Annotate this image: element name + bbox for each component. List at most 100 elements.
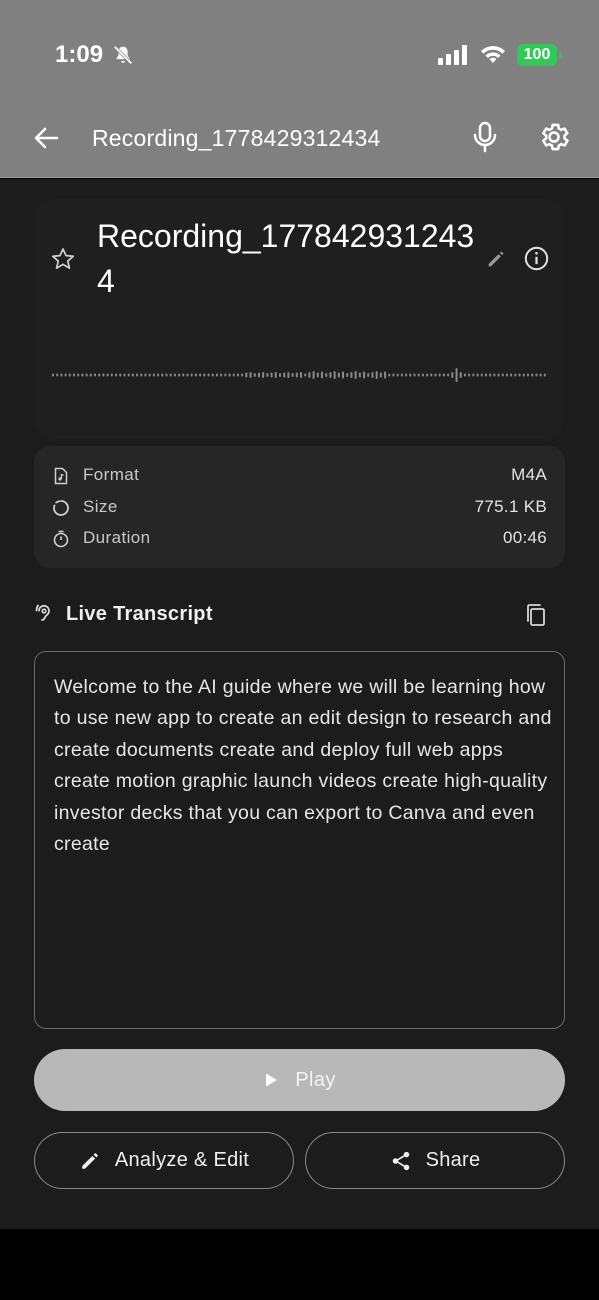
waveform-bar [253, 373, 256, 377]
waveform-bar [73, 373, 76, 377]
waveform-bar [442, 373, 445, 377]
recording-title: Recording_1778429312434 [97, 218, 475, 299]
signal-icon [438, 45, 467, 65]
waveform-bar [245, 372, 248, 378]
hearing-icon [35, 604, 50, 621]
waveform-bar [56, 373, 59, 377]
waveform-bar [510, 373, 513, 377]
copy-icon[interactable] [525, 603, 547, 627]
play-icon [266, 1073, 278, 1087]
audio-file-icon [54, 467, 68, 485]
waveform-bar [543, 373, 546, 377]
waveform-bar [375, 371, 378, 379]
waveform-bar [266, 373, 269, 377]
waveform-bar [81, 373, 84, 377]
waveform-bar [434, 373, 437, 377]
waveform-bar [430, 373, 433, 377]
waveform-bar [161, 373, 164, 377]
waveform-bar [489, 373, 492, 377]
waveform-bar [329, 372, 332, 378]
waveform-bar [98, 373, 101, 377]
waveform[interactable] [52, 364, 548, 386]
waveform-bar [102, 373, 105, 377]
waveform-bar [274, 372, 277, 378]
waveform-bar [493, 373, 496, 377]
waveform-bar [148, 373, 151, 377]
waveform-bar [426, 373, 429, 377]
duration-label: Duration [83, 528, 151, 547]
waveform-bar [367, 373, 370, 377]
waveform-bar [89, 373, 92, 377]
share-label: Share [425, 1149, 481, 1171]
waveform-bar [257, 372, 260, 378]
format-value: M4A [511, 465, 547, 484]
waveform-bar [199, 373, 202, 377]
waveform-bar [236, 373, 239, 377]
star-icon[interactable] [50, 246, 76, 272]
waveform-bar [173, 373, 176, 377]
transcript-box[interactable]: Welcome to the AI guide where we will be… [34, 651, 565, 1029]
waveform-bar [94, 373, 97, 377]
microphone-icon[interactable] [470, 120, 500, 154]
waveform-bar [169, 373, 172, 377]
waveform-bar [480, 373, 483, 377]
waveform-bar [371, 372, 374, 378]
waveform-bar [119, 373, 122, 377]
waveform-bar [459, 372, 462, 378]
waveform-bar [392, 373, 395, 377]
waveform-bar [106, 373, 109, 377]
info-icon[interactable] [523, 245, 550, 272]
waveform-bar [215, 373, 218, 377]
waveform-bar [308, 372, 311, 378]
app-bar-title: Recording_1778429312434 [92, 125, 381, 151]
size-label: Size [83, 497, 118, 516]
waveform-bar [295, 372, 298, 378]
waveform-bar [476, 373, 479, 377]
gear-icon[interactable] [537, 120, 571, 154]
waveform-bar [463, 373, 466, 377]
waveform-bar [405, 373, 408, 377]
battery-icon: 100 [517, 44, 563, 66]
waveform-bar [535, 373, 538, 377]
transcript-text: Welcome to the AI guide where we will be… [54, 676, 552, 856]
back-arrow-icon[interactable] [30, 122, 62, 154]
waveform-bar [77, 373, 80, 377]
format-label: Format [83, 465, 140, 484]
waveform-bar [342, 371, 345, 379]
waveform-bar [144, 373, 147, 377]
waveform-bar [291, 373, 294, 377]
waveform-bar [110, 373, 113, 377]
waveform-bar [304, 373, 307, 377]
bell-off-icon [113, 45, 133, 65]
play-button[interactable]: Play [34, 1049, 565, 1111]
waveform-bar [501, 373, 504, 377]
waveform-bar [220, 373, 223, 377]
waveform-bar [152, 373, 155, 377]
waveform-bar [232, 373, 235, 377]
timer-icon [53, 530, 69, 548]
analyze-edit-label: Analyze & Edit [114, 1149, 250, 1171]
waveform-bar [178, 373, 181, 377]
pencil-icon[interactable] [485, 248, 507, 270]
waveform-bar [468, 373, 471, 377]
wifi-icon [481, 46, 505, 63]
waveform-bar [136, 373, 139, 377]
share-button[interactable]: Share [305, 1132, 565, 1189]
waveform-bar [363, 371, 366, 379]
waveform-bar [85, 373, 88, 377]
waveform-bar [157, 373, 160, 377]
live-transcript-heading: Live Transcript [66, 603, 213, 625]
waveform-bar [522, 373, 525, 377]
waveform-bar [52, 373, 54, 377]
waveform-bar [241, 373, 244, 377]
waveform-bar [140, 373, 143, 377]
waveform-bar [354, 371, 357, 379]
waveform-bar [312, 371, 315, 379]
waveform-bar [388, 373, 391, 377]
pencil-icon [82, 1152, 98, 1169]
analyze-edit-button[interactable]: Analyze & Edit [34, 1132, 294, 1189]
waveform-bar [287, 372, 290, 378]
waveform-bar [203, 373, 206, 377]
size-value: 775.1 KB [474, 497, 547, 516]
waveform-bar [249, 372, 252, 378]
